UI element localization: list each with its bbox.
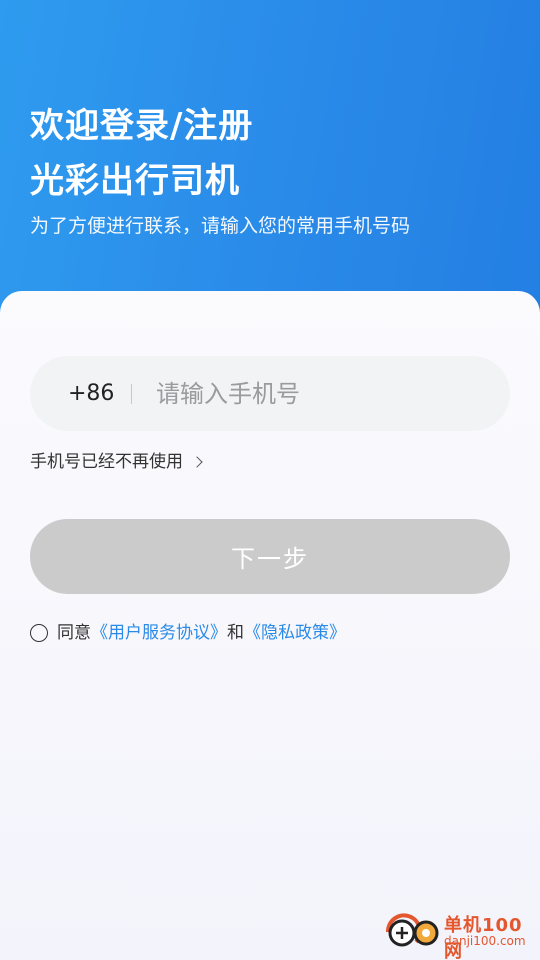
- phone-input-group: +86: [30, 356, 510, 431]
- phone-unavailable-label: 手机号已经不再使用: [30, 452, 183, 472]
- agreement-and: 和: [227, 623, 244, 643]
- chevron-right-icon: [191, 456, 203, 468]
- agreement-checkbox[interactable]: [30, 624, 48, 642]
- watermark-logo-icon: [385, 913, 439, 947]
- agreement-row: 同意 《用户服务协议》 和 《隐私政策》: [30, 621, 346, 645]
- watermark: 单机100网 danji100.com: [382, 910, 532, 960]
- app-name-title: 光彩出行司机: [30, 161, 240, 201]
- watermark-domain: danji100.com: [444, 934, 526, 948]
- agreement-prefix: 同意: [57, 623, 91, 643]
- page-title: 欢迎登录/注册: [30, 106, 254, 146]
- country-code[interactable]: +86: [68, 356, 114, 431]
- page-subtitle: 为了方便进行联系，请输入您的常用手机号码: [30, 215, 411, 237]
- privacy-policy-link[interactable]: 《隐私政策》: [244, 621, 346, 645]
- divider: [131, 384, 132, 404]
- user-agreement-link[interactable]: 《用户服务协议》: [91, 621, 227, 645]
- phone-unavailable-link[interactable]: 手机号已经不再使用: [30, 449, 203, 475]
- phone-input[interactable]: [156, 368, 486, 419]
- next-button[interactable]: 下一步: [30, 519, 510, 594]
